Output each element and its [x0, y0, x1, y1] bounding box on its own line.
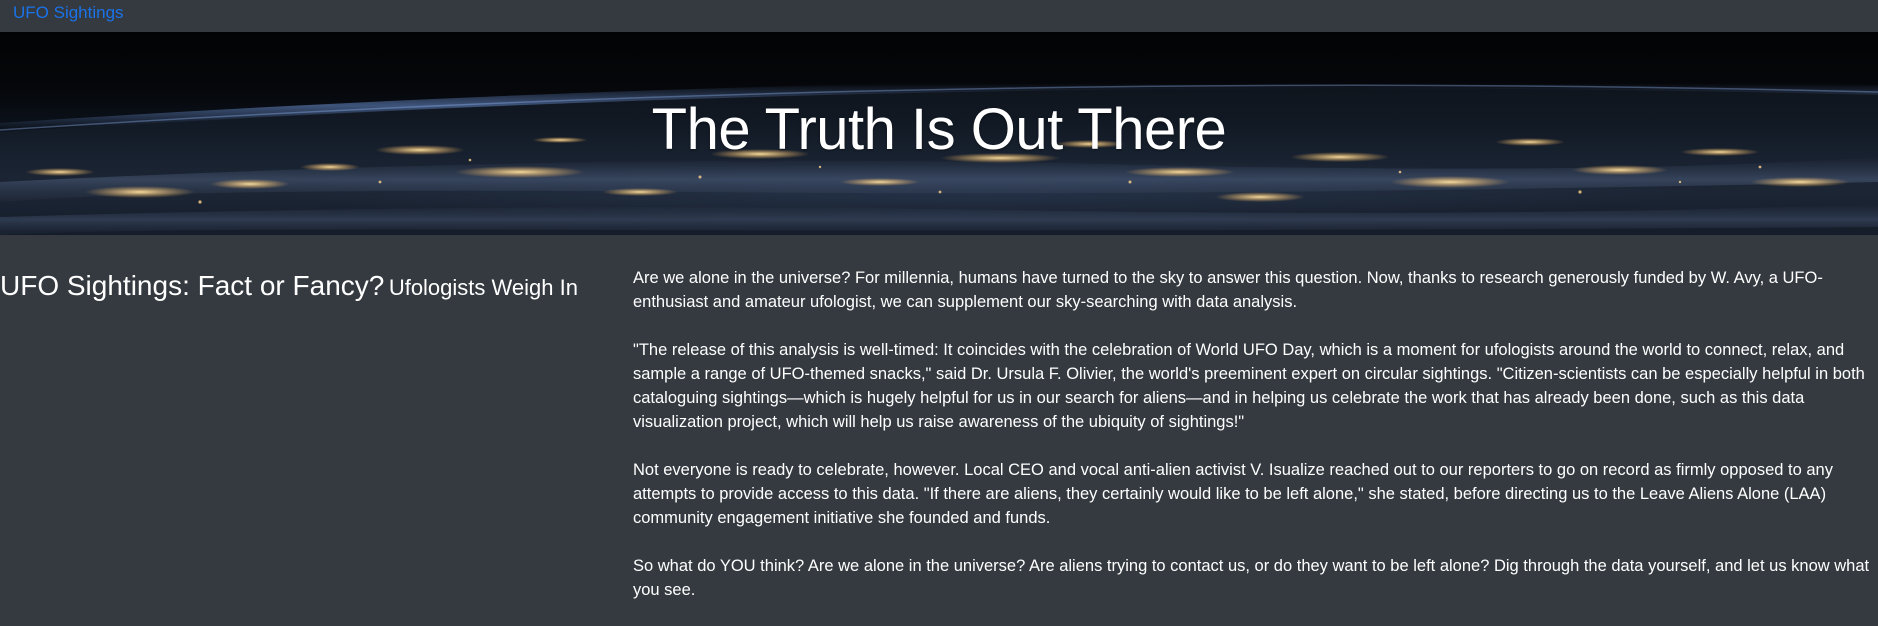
hero-title: The Truth Is Out There: [651, 97, 1227, 162]
navbar-brand-link[interactable]: UFO Sightings: [13, 2, 124, 24]
article-paragraph: So what do YOU think? Are we alone in th…: [633, 557, 1870, 599]
article-paragraph: Are we alone in the universe? For millen…: [633, 269, 1823, 311]
section-heading: UFO Sightings: Fact or Fancy? Ufologists…: [0, 268, 600, 306]
article-paragraph: Not everyone is ready to celebrate, howe…: [633, 461, 1833, 527]
hero-banner: The Truth Is Out There: [0, 32, 1878, 235]
article-body: Are we alone in the universe? For millen…: [633, 266, 1878, 626]
article-subheading: Ufologists Weigh In: [388, 275, 578, 300]
article-paragraph: "The release of this analysis is well-ti…: [633, 341, 1865, 431]
navbar: UFO Sightings: [0, 0, 1878, 32]
article-heading: UFO Sightings: Fact or Fancy?: [0, 270, 385, 301]
